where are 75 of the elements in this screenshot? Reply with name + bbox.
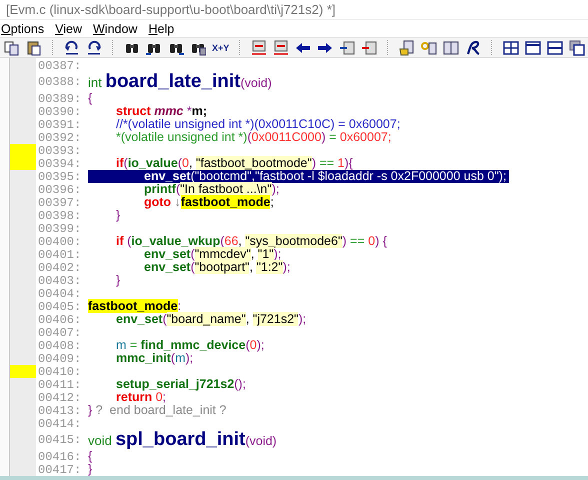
line-number: 00388: — [37, 75, 82, 89]
line-number: 00398: — [37, 208, 82, 222]
line-number: 00399: — [37, 222, 82, 236]
line-number: 00416: — [37, 450, 82, 464]
code-line: return 0; — [115, 391, 166, 404]
code-line: if(io_value(0, "fastboot_bootmode") == 1){ — [115, 157, 354, 170]
code-line: printf("In fastboot ...\n"); — [143, 183, 280, 196]
line-number: 00403: — [37, 274, 82, 288]
line-number: 00409: — [37, 352, 82, 366]
code-line: //*(volatile unsigned int *)(0x0011C10C) = 0x60007; — [115, 118, 402, 131]
line-number: 00387: — [37, 58, 82, 72]
line-number: 00405: — [37, 300, 82, 314]
code-line: env_set("bootpart", "1:2"); — [143, 261, 292, 274]
line-number: 00395: — [37, 170, 82, 184]
menu-item[interactable]: Options — [1, 22, 44, 36]
menu-item[interactable]: Window — [92, 22, 138, 36]
line-number: 00412: — [37, 390, 82, 404]
menu-item[interactable]: Help — [148, 22, 174, 36]
line-number: 00389: — [37, 92, 82, 106]
code-line: *(volatile unsigned int *)(0x0011C000) = 0x60007; — [115, 131, 392, 144]
code-line: } — [88, 463, 94, 476]
squiggle-icon[interactable] — [465, 40, 482, 56]
line-number: 00417: — [37, 462, 82, 476]
grid-icon[interactable] — [503, 40, 520, 56]
cascade-icon[interactable] — [569, 40, 586, 56]
line-number: 00394: — [37, 156, 82, 170]
line-number: 00393: — [37, 144, 82, 158]
replace-button[interactable]: X+Y — [212, 42, 230, 52]
line-number: 00408: — [37, 338, 82, 352]
code-line: fastboot_mode: — [88, 300, 182, 313]
code-line: { — [88, 92, 94, 105]
line-number: 00413: — [37, 404, 82, 418]
code-line: m = find_mmc_device(0); — [115, 339, 266, 352]
line-number: 00397: — [37, 196, 82, 210]
code-line: } ? end board_late_init ? — [88, 404, 228, 417]
line-number: 00414: — [37, 416, 82, 430]
code-line: mmc_init(m); — [115, 352, 194, 365]
copy-icon[interactable] — [4, 40, 20, 56]
line-number: 00407: — [37, 326, 82, 340]
code-line: void spl_board_init(void) — [88, 430, 278, 450]
line-number: 00392: — [37, 130, 82, 144]
window-arrow-icon[interactable] — [361, 40, 378, 56]
window-title: [Evm.c (linux-sdk\board-support\u-boot\board\ti\j721s2) *] — [6, 2, 336, 17]
line-number: 00415: — [37, 433, 82, 447]
line-number: 00410: — [37, 364, 82, 378]
line-number: 00391: — [37, 118, 82, 132]
line-number: 00402: — [37, 260, 82, 274]
code-line: int board_late_init(void) — [88, 72, 273, 92]
code-line: setup_serial_j721s2(); — [115, 378, 247, 391]
code-line: env_set("mmcdev", "1"); — [143, 248, 282, 261]
undo-icon[interactable] — [64, 40, 80, 56]
code-line: } — [115, 274, 122, 287]
line-number: 00406: — [37, 312, 82, 326]
redo-icon[interactable] — [86, 40, 102, 56]
line-number: 00404: — [37, 286, 82, 300]
code-line: { — [88, 450, 94, 463]
frame-arrow-icon[interactable] — [251, 40, 268, 56]
paste-icon[interactable] — [26, 40, 42, 56]
line-number: 00411: — [37, 378, 82, 392]
line-number: 00390: — [37, 104, 82, 118]
frame-arrow-icon[interactable] — [273, 40, 290, 56]
line-number: 00401: — [37, 248, 82, 262]
code-line: struct mmc *m; — [115, 105, 208, 118]
line-number: 00396: — [37, 182, 82, 196]
line-number: 00400: — [37, 234, 82, 248]
code-line: } — [115, 209, 122, 222]
window-arrow-icon[interactable] — [339, 40, 356, 56]
code-line: env_set("board_name", "j721s2"); — [115, 313, 308, 326]
code-line: if (io_value_wkup(66, "sys_bootmode6") == 0) { — [115, 235, 388, 248]
window-icon[interactable] — [525, 40, 542, 56]
code-line: goto ↓fastboot_mode; — [143, 196, 274, 209]
book-icon[interactable] — [443, 40, 460, 56]
split-window-icon[interactable] — [547, 40, 564, 56]
menu-item[interactable]: View — [55, 22, 82, 36]
help-icon[interactable] — [421, 40, 438, 56]
